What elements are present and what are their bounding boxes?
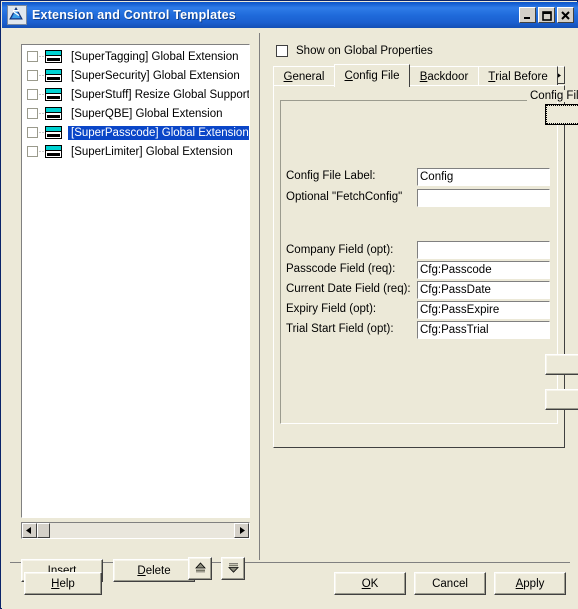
extension-window-icon: [45, 107, 62, 120]
field-input[interactable]: Cfg:Passcode: [417, 261, 550, 279]
list-item[interactable]: ·· [SuperPasscode] Global Extension: [22, 123, 249, 142]
extension-window-icon: [45, 50, 62, 63]
show-on-global-properties-checkbox[interactable]: Show on Global Properties: [276, 45, 433, 57]
move-up-button[interactable]: [188, 557, 212, 580]
apply-label-rest: pply: [523, 577, 545, 590]
list-item-checkbox[interactable]: [27, 146, 38, 157]
tab-config-file[interactable]: Config File: [334, 64, 410, 87]
lookup-button-label: Lookup File and Field Names: [546, 105, 578, 124]
cancel-label: Cancel: [432, 577, 468, 590]
list-item[interactable]: ·· [SuperQBE] Global Extension: [22, 104, 249, 123]
field-input[interactable]: [417, 189, 550, 207]
help-label-rest: elp: [59, 577, 75, 590]
list-item-label: [SuperPasscode] Global Extension: [68, 125, 249, 140]
dialog-window: Extension and Control Templates ·· [Super…: [0, 0, 578, 609]
tab-label-rest: rial Before: [495, 70, 548, 83]
window-controls: [519, 7, 574, 23]
tree-connector-icon: ··: [38, 89, 45, 99]
extension-window-icon: [45, 145, 62, 158]
description-of-config-file-and-fields-button[interactable]: Description of Config File and Fields: [545, 354, 578, 375]
title-bar[interactable]: Extension and Control Templates: [2, 2, 578, 28]
list-item-checkbox[interactable]: [27, 108, 38, 119]
checkbox-box-icon[interactable]: [276, 45, 288, 57]
list-item[interactable]: ·· [SuperLimiter] Global Extension: [22, 142, 249, 161]
tab-accel: C: [344, 70, 353, 82]
tab-label-rest: onfig File: [352, 70, 400, 82]
help-button[interactable]: Help: [24, 572, 102, 595]
move-down-icon: [226, 561, 241, 577]
field-input[interactable]: Config: [417, 168, 550, 186]
extension-list-items: ·· [SuperTagging] Global Extension ·· [Supe…: [22, 45, 249, 161]
app-triangle-icon: [7, 5, 27, 25]
field-label: Company Field (opt):: [286, 244, 394, 256]
tab-strip: General Config File Backdoor Trial Before: [273, 64, 565, 87]
tree-connector-icon: ··: [38, 108, 45, 118]
tab-general[interactable]: General: [273, 66, 335, 86]
delete-label-rest: elete: [145, 564, 171, 577]
scrollbar-track[interactable]: [50, 523, 234, 538]
list-item-label: [SuperSecurity] Global Extension: [71, 69, 240, 82]
ok-label-rest: K: [370, 577, 379, 590]
tab-label-rest: ackdoor: [427, 70, 469, 83]
properties-panel: Show on Global Properties General Config …: [260, 28, 578, 562]
extension-list-hscrollbar[interactable]: [21, 522, 250, 539]
config-file-access-button[interactable]: Config File Access: [545, 389, 578, 410]
scroll-left-icon[interactable]: [22, 523, 37, 538]
field-label: Trial Start Field (opt):: [286, 323, 394, 335]
move-down-button[interactable]: [221, 557, 245, 580]
list-item-label: [SuperLimiter] Global Extension: [71, 145, 233, 158]
cancel-button[interactable]: Cancel: [414, 572, 486, 595]
field-label: Current Date Field (req):: [286, 283, 411, 295]
ok-accel: O: [361, 577, 371, 590]
tree-connector-icon: ··: [38, 70, 45, 80]
lookup-file-and-field-names-button[interactable]: Lookup File and Field Names: [545, 104, 578, 125]
dialog-client-area: ·· [SuperTagging] Global Extension ·· [Supe…: [2, 28, 578, 609]
tab-label-rest: eneral: [292, 70, 325, 83]
delete-button[interactable]: Delete: [113, 559, 195, 582]
list-item-checkbox[interactable]: [27, 127, 38, 138]
maximize-button[interactable]: [538, 7, 555, 23]
tab-accel: B: [419, 70, 428, 83]
apply-button[interactable]: Apply: [494, 572, 566, 595]
tree-connector-icon: ··: [38, 146, 45, 156]
list-item-label: [SuperQBE] Global Extension: [71, 107, 223, 120]
group-box-title: Config File and Field Names: [527, 90, 578, 102]
extension-list[interactable]: ·· [SuperTagging] Global Extension ·· [Supe…: [21, 44, 250, 518]
list-item-label: [SuperTagging] Global Extension: [71, 50, 239, 63]
extension-window-icon: [45, 88, 62, 101]
field-label: Config File Label:: [286, 170, 376, 182]
field-label: Expiry Field (opt):: [286, 303, 377, 315]
window-title: Extension and Control Templates: [32, 8, 236, 22]
minimize-button[interactable]: [519, 7, 536, 23]
list-item-checkbox[interactable]: [27, 51, 38, 62]
tab-trial-before[interactable]: Trial Before: [478, 66, 558, 86]
tree-connector-icon: ··: [38, 51, 45, 61]
list-item[interactable]: ·· [SuperStuff] Resize Global Support: [22, 85, 249, 104]
scroll-right-icon[interactable]: [234, 523, 249, 538]
field-input[interactable]: Cfg:PassDate: [417, 281, 550, 299]
field-input[interactable]: Cfg:PassTrial: [417, 321, 550, 339]
list-item[interactable]: ·· [SuperTagging] Global Extension: [22, 47, 249, 66]
field-input[interactable]: [417, 241, 550, 259]
extension-window-icon: [45, 126, 62, 139]
ok-button[interactable]: OK: [334, 572, 406, 595]
tree-connector-icon: ··: [38, 127, 45, 137]
delete-accel: D: [137, 564, 146, 577]
field-label: Optional "FetchConfig": [286, 191, 403, 203]
tab-accel: T: [488, 70, 496, 83]
tab-accel: G: [283, 70, 293, 83]
scrollbar-thumb[interactable]: [37, 523, 50, 538]
list-item-checkbox[interactable]: [27, 70, 38, 81]
extension-window-icon: [45, 69, 62, 82]
move-up-icon: [193, 561, 208, 577]
show-on-global-properties-label: Show on Global Properties: [296, 45, 433, 57]
field-label: Passcode Field (req):: [286, 263, 396, 275]
tab-backdoor[interactable]: Backdoor: [409, 66, 479, 86]
close-button[interactable]: [557, 7, 574, 23]
list-item-label: [SuperStuff] Resize Global Support: [71, 88, 250, 101]
field-input[interactable]: Cfg:PassExpire: [417, 301, 550, 319]
list-item[interactable]: ·· [SuperSecurity] Global Extension: [22, 66, 249, 85]
list-item-checkbox[interactable]: [27, 89, 38, 100]
